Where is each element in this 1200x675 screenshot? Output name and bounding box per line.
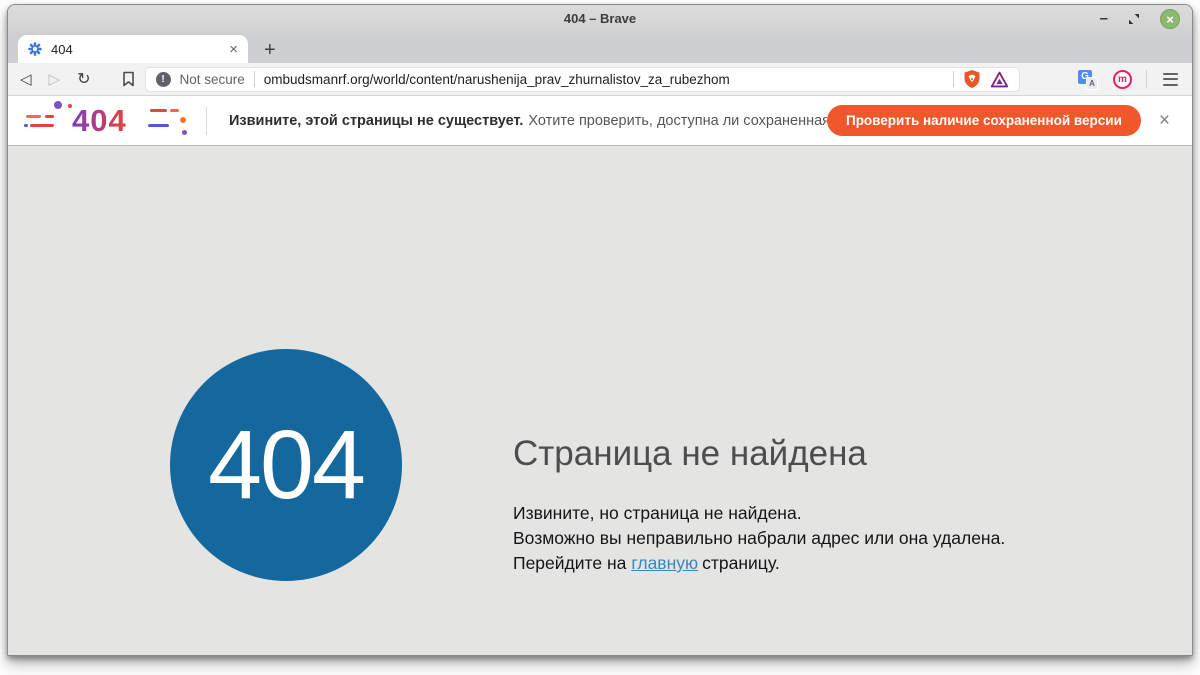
logo-decoration: [45, 115, 54, 118]
restore-icon: [1128, 13, 1140, 25]
infobar-close-button[interactable]: ×: [1159, 111, 1170, 130]
tab-close-button[interactable]: ×: [229, 42, 238, 57]
extension-m-icon[interactable]: m: [1113, 70, 1132, 89]
infobar-message-rest: Хотите проверить, доступна ли сохраненна…: [528, 113, 827, 129]
infobar-404-text: 404: [72, 103, 127, 139]
window-controls: – ×: [1100, 5, 1180, 33]
logo-decoration: [180, 117, 186, 123]
minimize-button[interactable]: –: [1100, 14, 1108, 24]
logo-decoration: [26, 115, 41, 118]
brave-shield-icon[interactable]: [963, 69, 981, 89]
security-label: Not secure: [180, 72, 245, 87]
error-line1: Извините, но страница не найдена.: [513, 503, 802, 523]
divider: [1146, 70, 1147, 88]
toolbar: ◁ ▷ ↻ ! Not secure ombudsmanrf.org/world…: [8, 63, 1192, 96]
logo-decoration: [54, 101, 62, 109]
notfound-infobar: 404 Извините, этой страницы не существуе…: [8, 96, 1192, 146]
translate-extension-icon[interactable]: G A: [1078, 70, 1097, 89]
favicon-icon: [28, 42, 42, 56]
address-bar[interactable]: ! Not secure ombudsmanrf.org/world/conte…: [145, 67, 1021, 92]
bookmark-icon[interactable]: [122, 71, 135, 87]
menu-button[interactable]: [1161, 71, 1180, 88]
divider: [254, 71, 255, 87]
restore-button[interactable]: [1128, 13, 1140, 25]
logo-decoration: [24, 124, 28, 127]
url-text[interactable]: ombudsmanrf.org/world/content/narushenij…: [264, 72, 944, 87]
404-circle-text: 404: [208, 409, 364, 521]
back-button[interactable]: ◁: [20, 70, 32, 88]
reload-button[interactable]: ↻: [77, 69, 90, 89]
logo-decoration: [182, 130, 187, 135]
error-message-block: Страница не найдена Извините, но страниц…: [513, 434, 1005, 576]
tab-strip: 404 × +: [8, 33, 1192, 63]
logo-decoration: [150, 109, 167, 112]
title-bar[interactable]: 404 – Brave – ×: [8, 5, 1192, 33]
new-tab-button[interactable]: +: [264, 40, 276, 60]
error-line3-prefix: Перейдите на: [513, 553, 626, 573]
brave-rewards-icon[interactable]: [990, 71, 1009, 88]
divider: [206, 107, 207, 135]
forward-button[interactable]: ▷: [49, 70, 61, 88]
page-title: Страница не найдена: [513, 434, 1005, 474]
logo-decoration: [170, 109, 179, 112]
error-line3-suffix: страницу.: [702, 553, 780, 573]
error-paragraph: Извините, но страница не найдена. Возмож…: [513, 501, 1005, 576]
window-title: 404 – Brave: [8, 11, 1192, 26]
infobar-message-bold: Извините, этой страницы не существует.: [229, 113, 523, 129]
infobar-message: Извините, этой страницы не существует. Хо…: [229, 113, 827, 129]
logo-decoration: [148, 124, 169, 127]
logo-decoration: [30, 124, 54, 127]
404-circle: 404: [170, 349, 402, 581]
not-secure-icon[interactable]: !: [156, 72, 171, 87]
close-window-button[interactable]: ×: [1160, 9, 1180, 29]
page-content: 404 Страница не найдена Извините, но стр…: [8, 146, 1192, 655]
infobar-404-logo: 404: [24, 100, 192, 142]
tab-title: 404: [51, 42, 220, 57]
divider: [953, 71, 954, 87]
home-page-link[interactable]: главную: [631, 553, 698, 573]
error-line2: Возможно вы неправильно набрали адрес ил…: [513, 528, 1005, 548]
tab-404[interactable]: 404 ×: [18, 35, 248, 63]
check-saved-version-button[interactable]: Проверить наличие сохраненной версии: [827, 105, 1141, 136]
browser-window: 404 – Brave – × 40: [7, 4, 1193, 656]
